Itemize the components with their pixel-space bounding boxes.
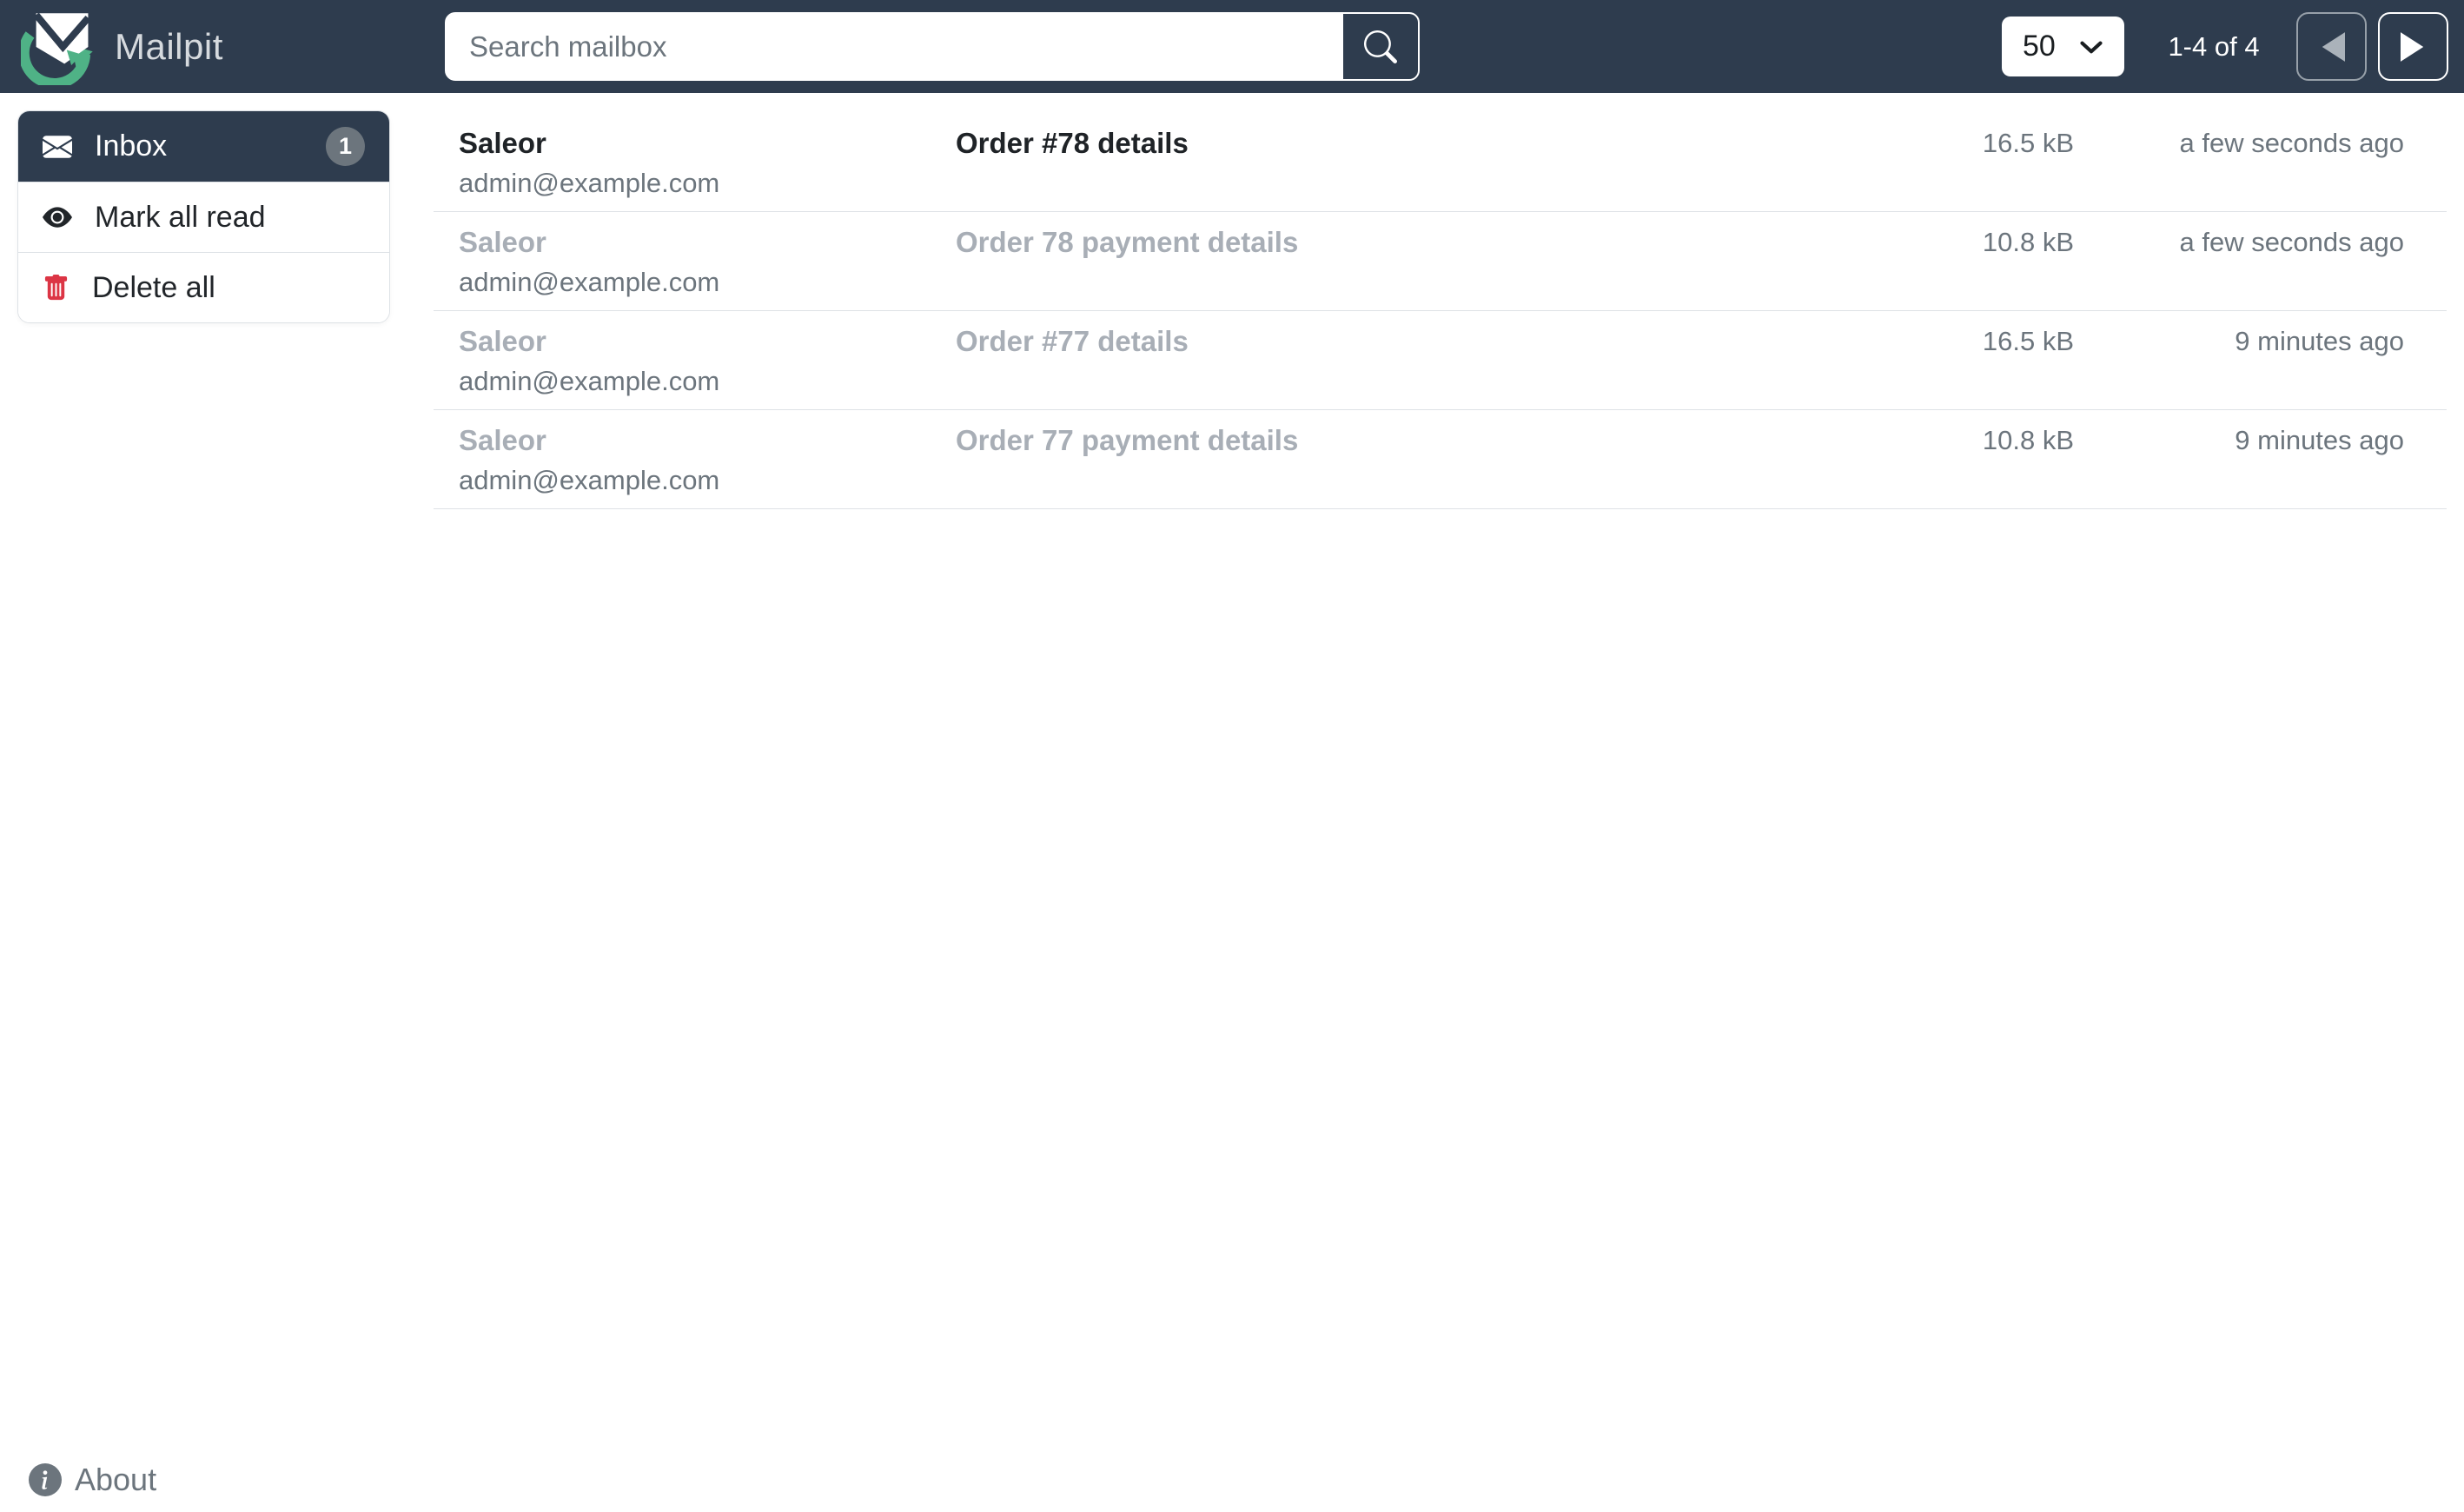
chevron-down-icon xyxy=(2080,41,2103,53)
message-size: 16.5 kB xyxy=(1982,326,2074,356)
sidebar-item-mark-all-read[interactable]: Mark all read xyxy=(18,182,389,252)
search-group xyxy=(445,12,1420,81)
mark-all-read-label: Mark all read xyxy=(95,200,266,234)
sidebar-item-inbox[interactable]: Inbox 1 xyxy=(18,111,389,182)
message-time: a few seconds ago xyxy=(2179,128,2404,158)
message-subject: Order #78 details xyxy=(956,127,1189,159)
message-size: 10.8 kB xyxy=(1982,425,2074,455)
message-from: Saleor admin@example.com xyxy=(459,422,956,496)
trash-icon xyxy=(44,274,68,300)
message-from-name: Saleor xyxy=(459,424,546,456)
message-from: Saleor admin@example.com xyxy=(459,125,956,199)
message-from-email: admin@example.com xyxy=(459,366,720,396)
message-list: Saleor admin@example.com Order #78 detai… xyxy=(434,113,2447,509)
message-from-email: admin@example.com xyxy=(459,168,720,198)
message-time: 9 minutes ago xyxy=(2235,425,2404,455)
about-link[interactable]: About xyxy=(29,1462,156,1498)
message-row[interactable]: Saleor admin@example.com Order 77 paymen… xyxy=(434,410,2447,509)
message-from: Saleor admin@example.com xyxy=(459,323,956,397)
triangle-right-icon xyxy=(2400,31,2423,62)
message-size: 16.5 kB xyxy=(1982,128,2074,158)
delete-all-label: Delete all xyxy=(92,270,215,304)
mailpit-logo-icon xyxy=(21,12,93,85)
top-navbar: Mailpit 50 1-4 of 4 xyxy=(0,0,2464,93)
message-row[interactable]: Saleor admin@example.com Order #78 detai… xyxy=(434,113,2447,212)
message-time: 9 minutes ago xyxy=(2235,326,2404,356)
about-label: About xyxy=(75,1462,157,1497)
message-from-email: admin@example.com xyxy=(459,465,720,495)
search-input[interactable] xyxy=(447,14,1341,79)
triangle-left-icon xyxy=(2322,31,2345,62)
message-row[interactable]: Saleor admin@example.com Order #77 detai… xyxy=(434,311,2447,410)
sidebar: Inbox 1 Mark all read Delete all xyxy=(17,110,390,323)
per-page-select[interactable]: 50 xyxy=(2002,17,2124,76)
message-from-name: Saleor xyxy=(459,325,546,357)
message-row[interactable]: Saleor admin@example.com Order 78 paymen… xyxy=(434,212,2447,311)
previous-page-button[interactable] xyxy=(2296,12,2367,81)
next-page-button[interactable] xyxy=(2378,12,2448,81)
message-subject: Order 77 payment details xyxy=(956,424,1299,456)
sidebar-inbox-label: Inbox xyxy=(95,129,168,162)
message-from: Saleor admin@example.com xyxy=(459,224,956,298)
eye-icon xyxy=(43,207,72,228)
brand-name: Mailpit xyxy=(115,25,223,67)
message-from-email: admin@example.com xyxy=(459,267,720,297)
message-size: 10.8 kB xyxy=(1982,227,2074,257)
pagination-count: 1-4 of 4 xyxy=(2168,30,2260,62)
magnifier-icon xyxy=(1364,30,1397,63)
inbox-unread-badge: 1 xyxy=(326,127,365,166)
envelope-icon xyxy=(43,135,72,158)
per-page-value: 50 xyxy=(2023,30,2056,63)
brand[interactable]: Mailpit xyxy=(21,9,223,85)
navbar-right-controls: 50 1-4 of 4 xyxy=(2002,0,2448,93)
message-from-name: Saleor xyxy=(459,226,546,258)
info-circle-icon xyxy=(29,1463,62,1496)
sidebar-item-delete-all[interactable]: Delete all xyxy=(18,252,389,322)
message-subject: Order 78 payment details xyxy=(956,226,1299,258)
message-time: a few seconds ago xyxy=(2179,227,2404,257)
search-button[interactable] xyxy=(1341,14,1418,79)
message-subject: Order #77 details xyxy=(956,325,1189,357)
message-from-name: Saleor xyxy=(459,127,546,159)
